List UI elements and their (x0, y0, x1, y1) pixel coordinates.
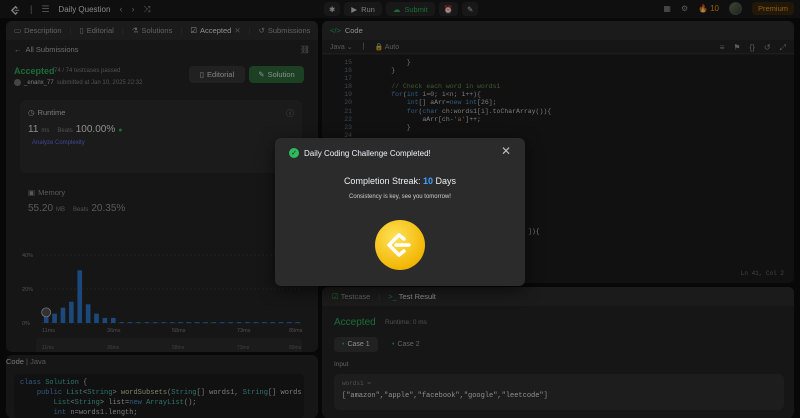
daily-challenge-modal: ✓ Daily Coding Challenge Completed! ✕ Co… (275, 138, 525, 286)
check-circle-icon: ✓ (289, 148, 299, 158)
modal-title-text: Daily Coding Challenge Completed! (304, 148, 431, 158)
streak-label: Completion Streak: (343, 176, 421, 186)
modal-subtitle: Consistency is key, see you tomorrow! (349, 194, 451, 200)
completion-streak: Completion Streak: 10 Days (275, 176, 525, 186)
modal-title: ✓ Daily Coding Challenge Completed! (289, 148, 431, 158)
streak-number: 10 (423, 176, 434, 186)
close-icon[interactable]: ✕ (501, 144, 511, 158)
streak-unit: Days (435, 176, 457, 186)
leetcode-coin-badge-icon (375, 220, 425, 270)
